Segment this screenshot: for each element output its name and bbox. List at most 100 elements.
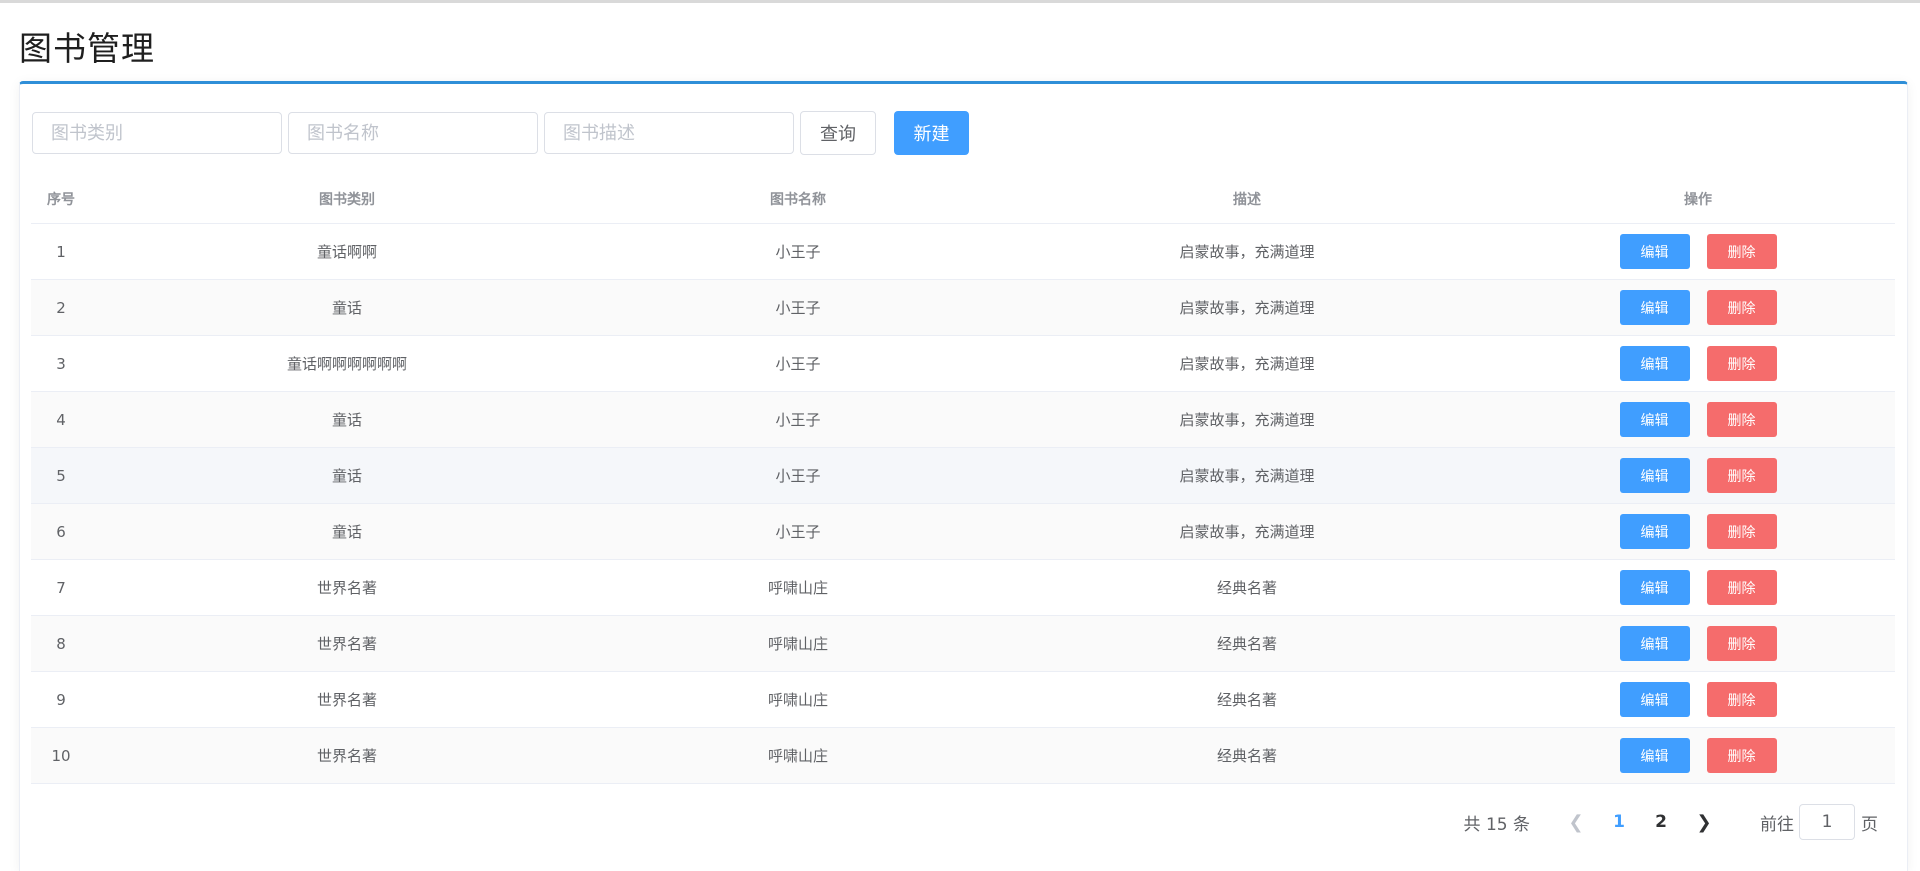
- content-card: 查询 新建 序号 图书类别 图书名称 描述 操作 1童话啊啊小王子启蒙故事，充满…: [19, 81, 1908, 871]
- row-index: 4: [56, 410, 66, 429]
- edit-button[interactable]: 编辑: [1619, 346, 1690, 381]
- edit-button[interactable]: 编辑: [1619, 570, 1690, 605]
- row-desc: 经典名著: [1216, 747, 1277, 765]
- table-row: 3 童话啊啊啊啊啊啊 小王子 启蒙故事，充满道理 编辑 删除: [31, 336, 1895, 392]
- delete-button[interactable]: 删除: [1706, 626, 1777, 661]
- row-index: 8: [56, 634, 66, 653]
- header-desc: 描述: [1233, 191, 1261, 208]
- chevron-left-icon[interactable]: ❮: [1561, 812, 1591, 833]
- header-ops: 操作: [1684, 191, 1712, 208]
- row-actions: 编辑 删除: [1501, 402, 1895, 437]
- row-actions: 编辑 删除: [1501, 626, 1895, 661]
- row-category: 童话啊啊: [316, 243, 377, 261]
- row-name: 呼啸山庄: [767, 747, 828, 765]
- row-index: 3: [56, 354, 66, 373]
- edit-button[interactable]: 编辑: [1619, 738, 1690, 773]
- row-name: 小王子: [775, 243, 821, 261]
- row-category: 世界名著: [316, 747, 377, 765]
- name-search-input[interactable]: [288, 112, 538, 154]
- edit-button[interactable]: 编辑: [1619, 234, 1690, 269]
- delete-button[interactable]: 删除: [1706, 738, 1777, 773]
- row-index: 2: [56, 298, 66, 317]
- pagination-total: 共 15 条: [1463, 814, 1530, 835]
- row-category: 童话啊啊啊啊啊啊: [286, 355, 407, 373]
- delete-button[interactable]: 删除: [1706, 402, 1777, 437]
- row-actions: 编辑 删除: [1501, 290, 1895, 325]
- new-button[interactable]: 新建: [894, 111, 969, 155]
- row-desc: 经典名著: [1216, 579, 1277, 597]
- edit-button[interactable]: 编辑: [1619, 402, 1690, 437]
- edit-button[interactable]: 编辑: [1619, 458, 1690, 493]
- header-name: 图书名称: [770, 191, 826, 208]
- row-category: 世界名著: [316, 579, 377, 597]
- page-title: 图书管理: [19, 29, 155, 68]
- table-row: 6 童话 小王子 启蒙故事，充满道理 编辑 删除: [31, 504, 1895, 560]
- row-actions: 编辑 删除: [1501, 346, 1895, 381]
- pagination: 共 15 条 ❮ 1 2 ❯ 前往 页: [1464, 804, 1878, 840]
- row-index: 5: [56, 466, 66, 485]
- search-bar: 查询 新建: [32, 111, 969, 155]
- table-row: 10 世界名著 呼啸山庄 经典名著 编辑 删除: [31, 728, 1895, 784]
- row-desc: 启蒙故事，充满道理: [1179, 467, 1315, 485]
- table-header: 序号 图书类别 图书名称 描述 操作: [31, 174, 1895, 224]
- row-actions: 编辑 删除: [1501, 514, 1895, 549]
- delete-button[interactable]: 删除: [1706, 682, 1777, 717]
- edit-button[interactable]: 编辑: [1619, 514, 1690, 549]
- table-row: 1 童话啊啊 小王子 启蒙故事，充满道理 编辑 删除: [31, 224, 1895, 280]
- row-desc: 启蒙故事，充满道理: [1179, 355, 1315, 373]
- row-actions: 编辑 删除: [1501, 738, 1895, 773]
- row-category: 童话: [331, 411, 362, 429]
- table-row: 7 世界名著 呼啸山庄 经典名著 编辑 删除: [31, 560, 1895, 616]
- row-category: 世界名著: [316, 635, 377, 653]
- header-category: 图书类别: [319, 191, 375, 208]
- query-button[interactable]: 查询: [800, 111, 876, 155]
- row-actions: 编辑 删除: [1501, 570, 1895, 605]
- table-row: 9 世界名著 呼啸山庄 经典名著 编辑 删除: [31, 672, 1895, 728]
- delete-button[interactable]: 删除: [1706, 234, 1777, 269]
- page-2-button[interactable]: 2: [1643, 812, 1679, 832]
- book-table: 序号 图书类别 图书名称 描述 操作 1 童话啊啊 小王子 启蒙故事，充满道理 编辑 删除…: [31, 174, 1895, 784]
- delete-button[interactable]: 删除: [1706, 346, 1777, 381]
- category-search-input[interactable]: [32, 112, 282, 154]
- page-suffix: 页: [1861, 814, 1878, 835]
- row-desc: 启蒙故事，充满道理: [1179, 243, 1315, 261]
- row-name: 小王子: [775, 299, 821, 317]
- edit-button[interactable]: 编辑: [1619, 290, 1690, 325]
- row-name: 呼啸山庄: [767, 635, 828, 653]
- row-desc: 启蒙故事，充满道理: [1179, 299, 1315, 317]
- row-name: 呼啸山庄: [767, 691, 828, 709]
- delete-button[interactable]: 删除: [1706, 458, 1777, 493]
- row-name: 小王子: [775, 523, 821, 541]
- row-name: 小王子: [775, 467, 821, 485]
- row-category: 童话: [331, 467, 362, 485]
- row-desc: 启蒙故事，充满道理: [1179, 523, 1315, 541]
- chevron-right-icon[interactable]: ❯: [1689, 812, 1719, 833]
- desc-search-input[interactable]: [544, 112, 794, 154]
- table-row: 4 童话 小王子 启蒙故事，充满道理 编辑 删除: [31, 392, 1895, 448]
- row-actions: 编辑 删除: [1501, 458, 1895, 493]
- row-actions: 编辑 删除: [1501, 682, 1895, 717]
- row-name: 小王子: [775, 355, 821, 373]
- delete-button[interactable]: 删除: [1706, 514, 1777, 549]
- row-category: 童话: [331, 299, 362, 317]
- row-name: 呼啸山庄: [767, 579, 828, 597]
- row-desc: 启蒙故事，充满道理: [1179, 411, 1315, 429]
- delete-button[interactable]: 删除: [1706, 570, 1777, 605]
- row-actions: 编辑 删除: [1501, 234, 1895, 269]
- row-desc: 经典名著: [1216, 635, 1277, 653]
- row-category: 世界名著: [316, 691, 377, 709]
- edit-button[interactable]: 编辑: [1619, 682, 1690, 717]
- delete-button[interactable]: 删除: [1706, 290, 1777, 325]
- header-index: 序号: [47, 191, 75, 208]
- row-desc: 经典名著: [1216, 691, 1277, 709]
- top-border: [0, 0, 1920, 4]
- row-index: 9: [56, 690, 66, 709]
- goto-page-input[interactable]: [1799, 804, 1855, 840]
- table-row: 8 世界名著 呼啸山庄 经典名著 编辑 删除: [31, 616, 1895, 672]
- page-1-button[interactable]: 1: [1601, 812, 1637, 832]
- row-category: 童话: [331, 523, 362, 541]
- row-index: 7: [56, 578, 66, 597]
- row-index: 6: [56, 522, 66, 541]
- row-index: 10: [51, 746, 71, 765]
- edit-button[interactable]: 编辑: [1619, 626, 1690, 661]
